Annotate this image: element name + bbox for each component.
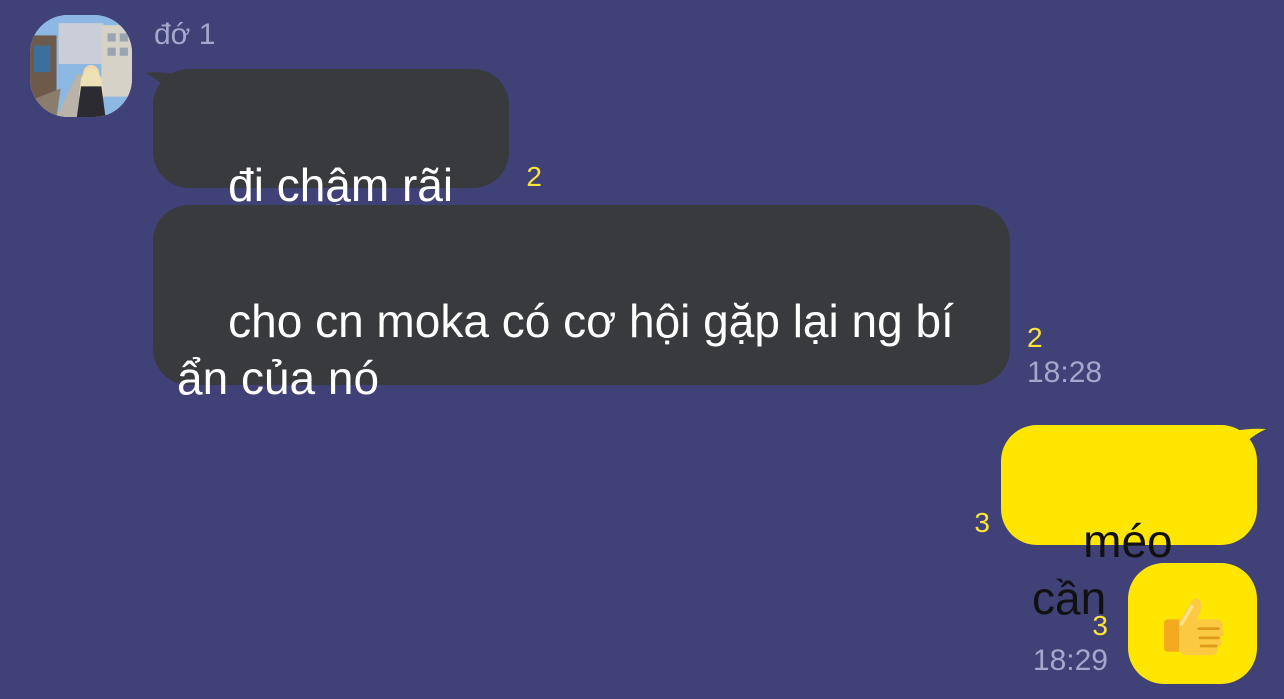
incoming-message-bubble[interactable]: cho cn moka có cơ hội gặp lại ng bí ẩn c… xyxy=(153,205,1010,404)
message-meta: 2 18:28 xyxy=(1018,324,1106,388)
unread-count: 3 xyxy=(974,507,990,538)
unread-count: 2 xyxy=(1027,322,1043,353)
message-meta: 2 xyxy=(506,163,542,191)
message-meta: 3 18:29 xyxy=(1016,612,1108,676)
profile-photo-icon xyxy=(30,15,132,117)
sender-name: đớ 1 xyxy=(154,18,216,51)
outgoing-emoji-bubble[interactable] xyxy=(1128,563,1257,684)
chat-area: đớ 1 đi chậm rãi th 2 cho cn moka có cơ … xyxy=(0,0,1284,699)
thumbs-up-emoji-icon xyxy=(1163,597,1224,655)
sender-avatar[interactable] xyxy=(30,15,132,117)
message-timestamp: 18:29 xyxy=(1032,644,1108,677)
outgoing-message-bubble[interactable]: méo cần xyxy=(1001,425,1257,624)
message-text: cho cn moka có cơ hội gặp lại ng bí ẩn c… xyxy=(177,295,967,404)
unread-count: 3 xyxy=(1092,610,1108,641)
message-timestamp: 18:28 xyxy=(1027,356,1103,389)
incoming-message-bubble[interactable]: đi chậm rãi th xyxy=(153,69,509,268)
message-meta: 3 xyxy=(950,509,990,537)
unread-count: 2 xyxy=(526,161,542,192)
